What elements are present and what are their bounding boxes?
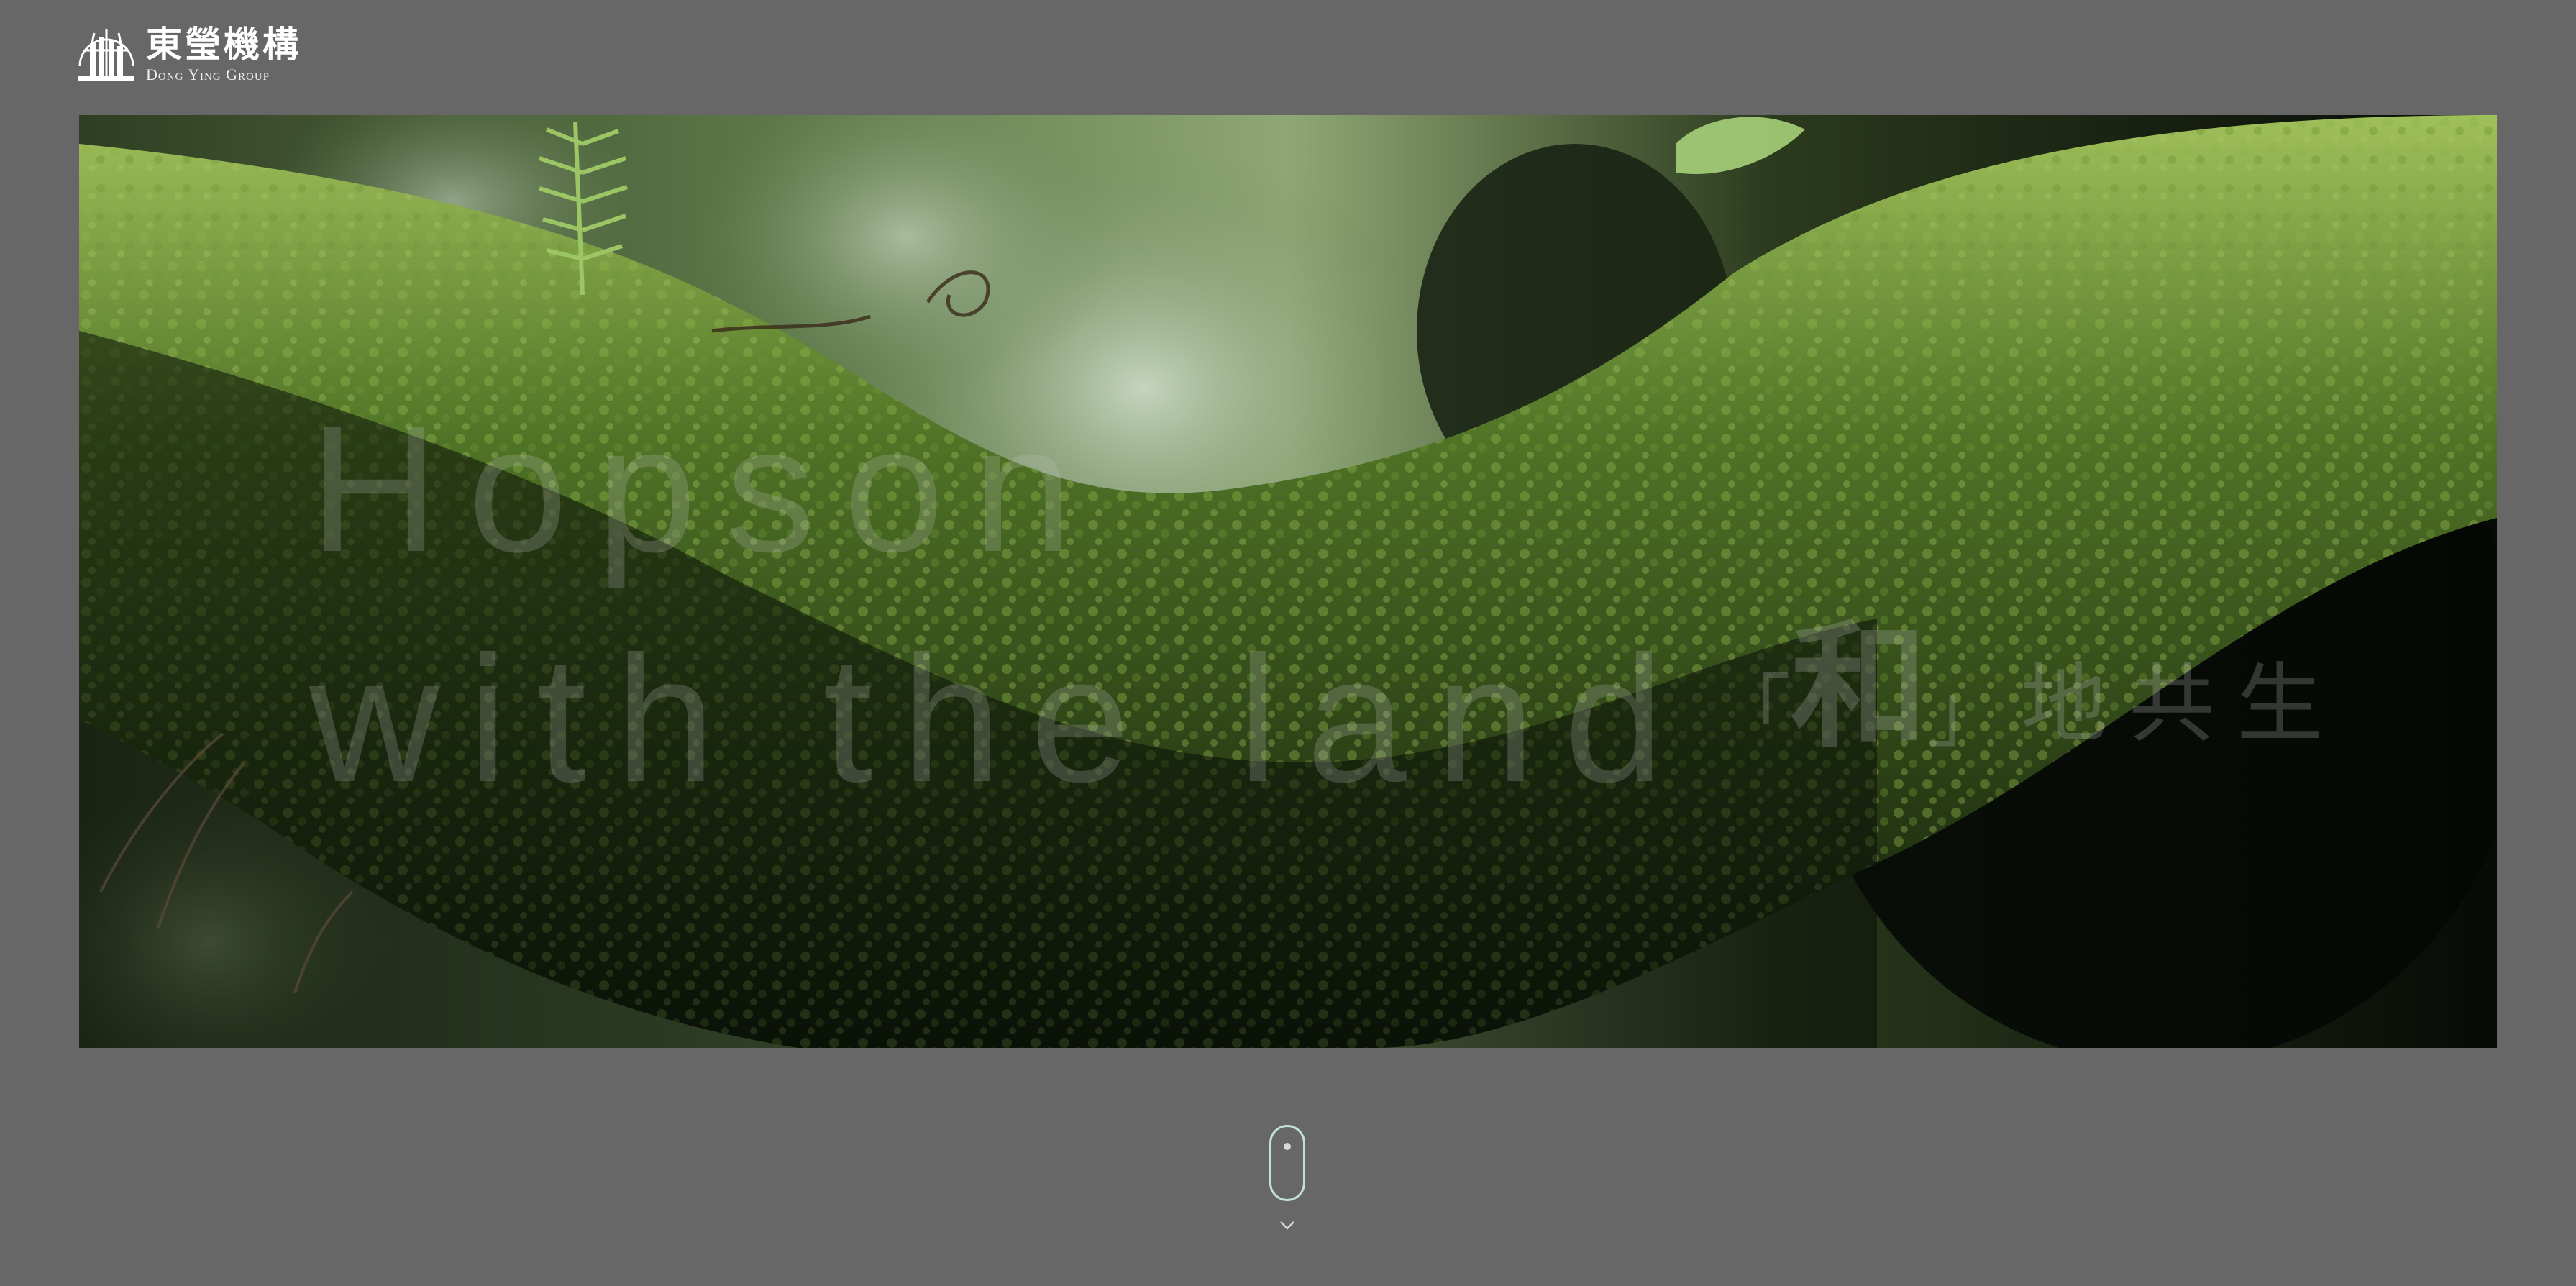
globe-buildings-logo-icon bbox=[78, 29, 134, 81]
hero-title-line-1: Hopson bbox=[309, 388, 1102, 589]
slogan-bracket-open: 「 bbox=[1712, 666, 1791, 758]
slogan-big-character: 和 bbox=[1791, 606, 1928, 767]
hero-title: Hopson with the land bbox=[309, 374, 1693, 834]
hero-title-line-2: with the land bbox=[309, 619, 1693, 819]
slogan-bracket-close: 」 bbox=[1927, 666, 2007, 758]
logo-english-name: Dong Ying Group bbox=[146, 65, 270, 83]
logo-chinese-name: 東瑩機構 bbox=[146, 24, 301, 65]
hero-chinese-slogan: 「 和 」 地共生 bbox=[1712, 611, 2344, 762]
slogan-rest: 地共生 bbox=[2021, 655, 2345, 754]
scroll-wheel-dot bbox=[1284, 1143, 1291, 1150]
hero-banner: Hopson with the land 「 和 」 地共生 bbox=[79, 115, 2497, 1048]
logo-text: 東瑩機構 Dong Ying Group bbox=[146, 24, 301, 84]
page: 東瑩機構 Dong Ying Group Hopson with the lan… bbox=[0, 0, 2576, 1286]
chevron-down-icon[interactable] bbox=[1279, 1220, 1296, 1231]
mouse-scroll-icon[interactable] bbox=[1269, 1125, 1305, 1201]
logo[interactable]: 東瑩機構 Dong Ying Group bbox=[76, 23, 301, 85]
